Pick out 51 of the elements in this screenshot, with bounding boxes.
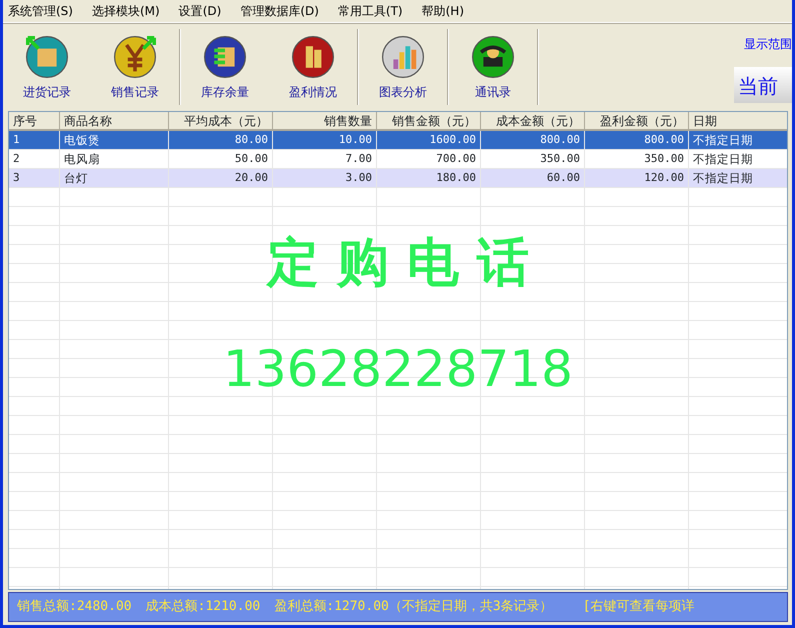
status-text: 销售总额:2480.00 bbox=[17, 598, 132, 616]
toolbar-button[interactable]: 库存余量 bbox=[181, 27, 269, 107]
column-header[interactable]: 序号 bbox=[9, 112, 60, 130]
box-icon bbox=[201, 33, 249, 81]
column-header[interactable]: 成本金额（元） bbox=[481, 112, 585, 130]
table-cell: 20.00 bbox=[169, 169, 273, 188]
status-text: [右键可查看每项详 bbox=[582, 598, 695, 616]
table-cell: 电饭煲 bbox=[60, 131, 169, 150]
table-cell: 800.00 bbox=[585, 131, 689, 150]
column-header[interactable]: 销售数量 bbox=[273, 112, 377, 130]
menu-item[interactable]: 设置(D) bbox=[174, 2, 236, 20]
yen-icon bbox=[111, 33, 159, 81]
status-text: 盈利总额:1270.00（不指定日期，共3条记录） bbox=[274, 598, 553, 616]
menu-item[interactable]: 常用工具(T) bbox=[332, 2, 417, 20]
menu-item[interactable]: 管理数据库(D) bbox=[235, 2, 333, 20]
menu-item[interactable]: 帮助(H) bbox=[416, 2, 478, 20]
bar-chart-icon bbox=[379, 33, 427, 81]
table-cell: 10.00 bbox=[273, 131, 377, 150]
toolbar-button[interactable]: 进货记录 bbox=[3, 27, 91, 107]
phone-number: 13628228718 bbox=[222, 339, 574, 400]
column-header[interactable]: 日期 bbox=[689, 112, 787, 130]
table-cell: 3 bbox=[9, 169, 60, 188]
table-cell: 180.00 bbox=[377, 169, 481, 188]
table-row[interactable]: 3 台灯 20.00 3.00 180.00 60.00 120.00 不指定日期 bbox=[9, 169, 787, 188]
menu-item[interactable]: 选择模块(M) bbox=[86, 2, 174, 20]
table-row[interactable]: 1 电饭煲 80.00 10.00 1600.00 800.00 800.00 不指定日期 bbox=[9, 131, 787, 150]
table-cell: 1600.00 bbox=[377, 131, 481, 150]
column-header[interactable]: 盈利金额（元） bbox=[585, 112, 689, 130]
table-cell: 3.00 bbox=[273, 169, 377, 188]
table-cell: 120.00 bbox=[585, 169, 689, 188]
status-text: 成本总额:1210.00 bbox=[146, 598, 260, 616]
table-cell: 800.00 bbox=[481, 131, 585, 150]
box-icon bbox=[23, 33, 71, 81]
menu-item[interactable]: 系统管理(S) bbox=[3, 2, 87, 20]
toolbar-button[interactable]: 通讯录 bbox=[449, 27, 537, 107]
location-label: 当前 bbox=[734, 67, 792, 103]
toolbar-button[interactable]: 盈利情况 bbox=[269, 27, 357, 107]
table-cell: 60.00 bbox=[481, 169, 585, 188]
toolbar-button[interactable]: 销售记录 bbox=[91, 27, 179, 107]
table-cell: 台灯 bbox=[60, 169, 169, 188]
range-label: 显示范围 bbox=[744, 36, 792, 53]
table-cell: 不指定日期 bbox=[689, 169, 787, 188]
column-header[interactable]: 商品名称 bbox=[60, 112, 169, 130]
overlay-title: 定 购 电 话 bbox=[265, 232, 530, 295]
table-cell: 80.00 bbox=[169, 131, 273, 150]
table-cell: 1 bbox=[9, 131, 60, 150]
telephone-icon bbox=[469, 33, 517, 81]
toolbar-button[interactable]: 图表分析 bbox=[359, 27, 447, 107]
column-header[interactable]: 平均成本（元） bbox=[169, 112, 273, 130]
table-cell: 不指定日期 bbox=[689, 131, 787, 150]
column-header[interactable]: 销售金额（元） bbox=[377, 112, 481, 130]
